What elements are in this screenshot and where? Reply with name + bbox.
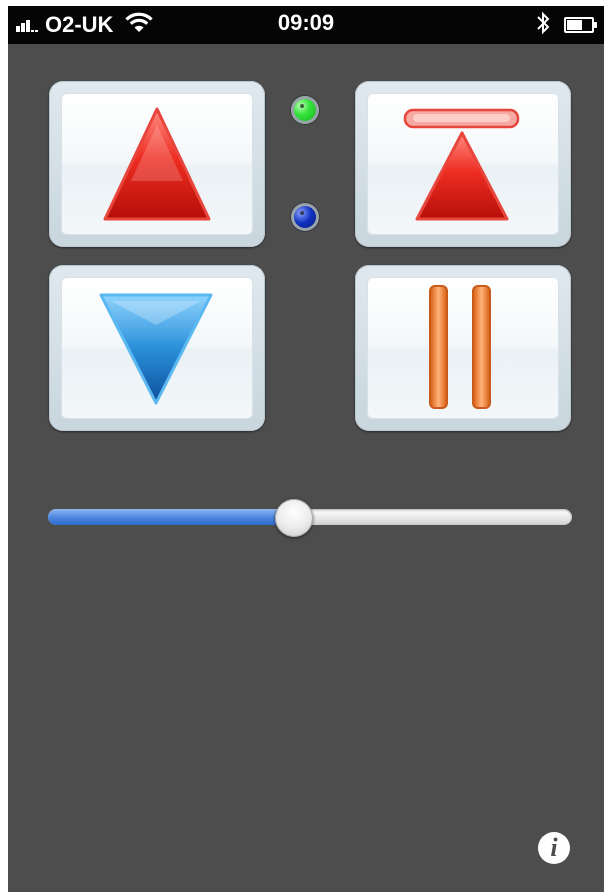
down-arrow-icon xyxy=(99,293,213,405)
status-indicator-blue xyxy=(291,203,319,231)
status-time: 09:09 xyxy=(277,10,335,35)
pause-icon xyxy=(429,285,491,409)
indicator-glint xyxy=(300,211,304,215)
status-bar: O2-UK 09:09 xyxy=(8,6,604,44)
bluetooth-icon xyxy=(536,11,550,40)
battery-icon xyxy=(564,17,597,33)
speed-slider[interactable] xyxy=(48,498,572,538)
slider-thumb[interactable] xyxy=(275,499,314,537)
indicator-glint xyxy=(300,104,304,108)
up-to-top-icon xyxy=(403,108,520,221)
info-icon: i xyxy=(550,833,558,862)
down-button[interactable] xyxy=(49,265,265,431)
status-indicator-green xyxy=(291,96,319,124)
status-right xyxy=(536,11,597,40)
pause-button[interactable] xyxy=(355,265,571,431)
info-button[interactable]: i xyxy=(538,832,570,864)
app-screen: O2-UK 09:09 i xyxy=(8,6,604,892)
up-to-top-button[interactable] xyxy=(355,81,571,247)
battery-level xyxy=(567,20,582,30)
slider-fill xyxy=(48,509,295,525)
up-arrow-icon xyxy=(103,107,211,221)
up-button[interactable] xyxy=(49,81,265,247)
